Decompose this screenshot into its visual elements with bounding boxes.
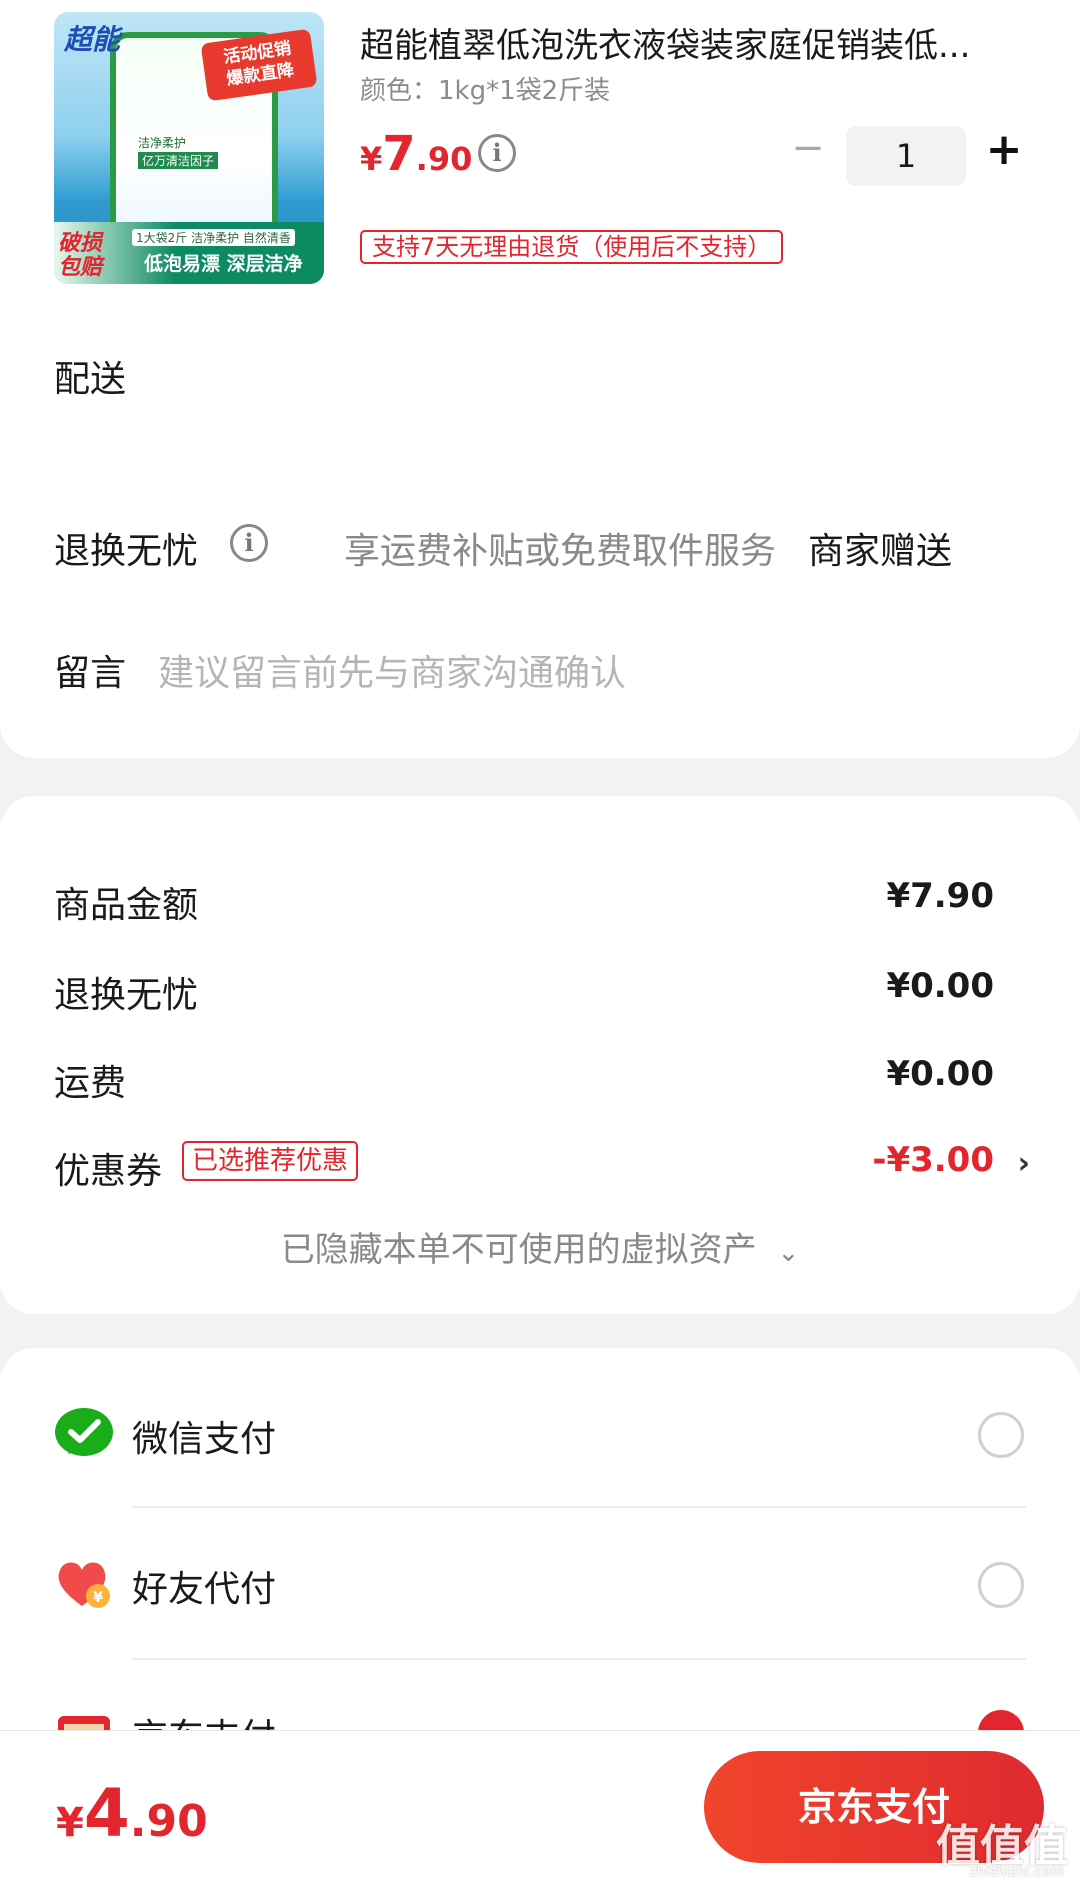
package-text-1: 洁净柔护	[138, 136, 187, 150]
total-integer: 4	[83, 1775, 130, 1852]
return-worry-info-icon[interactable]: i	[230, 524, 268, 562]
radio-wechat[interactable]	[978, 1412, 1024, 1458]
image-bar-subtext: 1大袋2斤 洁净柔护 自然清香	[132, 229, 295, 246]
coupon-value[interactable]: -¥3.00	[872, 1140, 994, 1180]
payment-label-friend: 好友代付	[132, 1569, 277, 1610]
watermark-url: zhizhizhi.com	[969, 1864, 1064, 1880]
message-label: 留言	[54, 653, 127, 694]
chevron-down-icon: ⌄	[777, 1238, 800, 1268]
return-worry-fee-label: 退换无忧	[54, 975, 199, 1016]
radio-friend[interactable]	[978, 1562, 1024, 1608]
product-image[interactable]: 洁净柔护 亿万清洁因子 超能 活动促销 爆款直降 1大袋2斤 洁净柔护 自然清香…	[54, 12, 324, 284]
brand-logo: 超能	[64, 23, 121, 56]
wechat-pay-icon	[55, 1408, 113, 1456]
product-spec[interactable]: 颜色：1kg*1袋2斤装	[360, 70, 610, 107]
price-integer: 7	[382, 126, 416, 182]
quantity-input[interactable]: 1	[846, 126, 966, 186]
price-info-icon[interactable]: i	[478, 134, 516, 172]
chevron-right-icon[interactable]: ›	[1018, 1146, 1030, 1181]
image-damage-badge: 破损包赔	[58, 231, 103, 280]
return-worry-fee-value: ¥0.00	[886, 966, 994, 1006]
product-price: ¥7.90	[360, 126, 472, 182]
product-title[interactable]: 超能植翠低泡洗衣液袋装家庭促销装低...	[360, 18, 1020, 67]
shipping-label: 运费	[54, 1063, 127, 1104]
total-price: ¥4.90	[56, 1775, 208, 1852]
coupon-tag: 已选推荐优惠	[182, 1141, 359, 1181]
goods-amount-value: ¥7.90	[886, 876, 994, 916]
shipping-value: ¥0.00	[886, 1054, 994, 1094]
image-bar-text: 低泡易漂 深层洁净	[144, 253, 303, 275]
checkout-bar: ¥4.90 京东支付 值值值 zhizhizhi.com	[0, 1730, 1080, 1880]
total-decimal: .90	[129, 1796, 208, 1847]
product-card: 洁净柔护 亿万清洁因子 超能 活动促销 爆款直降 1大袋2斤 洁净柔护 自然清香…	[0, 0, 1080, 758]
hidden-assets-toggle[interactable]: 已隐藏本单不可使用的虚拟资产 ⌄	[0, 1222, 1080, 1271]
price-decimal: .90	[415, 140, 473, 178]
payment-label-wechat: 微信支付	[132, 1419, 277, 1460]
message-input[interactable]: 建议留言前先与商家沟通确认	[158, 644, 626, 696]
delivery-label[interactable]: 配送	[54, 350, 126, 402]
total-currency: ¥	[56, 1800, 84, 1846]
svg-text:¥: ¥	[93, 1590, 103, 1606]
return-worry-label: 退换无忧	[54, 531, 199, 572]
package-text-2: 亿万清洁因子	[138, 152, 219, 169]
quantity-plus-button[interactable]: +	[982, 128, 1026, 174]
friend-pay-icon: ¥	[58, 1562, 110, 1608]
return-policy-tag: 支持7天无理由退货（使用后不支持）	[360, 230, 784, 264]
price-currency: ¥	[360, 140, 383, 178]
quantity-minus-button[interactable]: −	[790, 128, 826, 170]
coupon-label: 优惠券	[54, 1151, 163, 1192]
goods-amount-label: 商品金额	[54, 885, 199, 926]
return-worry-provider[interactable]: 商家赠送	[808, 522, 952, 574]
hidden-assets-text: 已隐藏本单不可使用的虚拟资产	[280, 1230, 757, 1270]
divider	[132, 1506, 1026, 1508]
divider	[132, 1658, 1026, 1660]
return-worry-desc[interactable]: 享运费补贴或免费取件服务	[344, 522, 776, 574]
